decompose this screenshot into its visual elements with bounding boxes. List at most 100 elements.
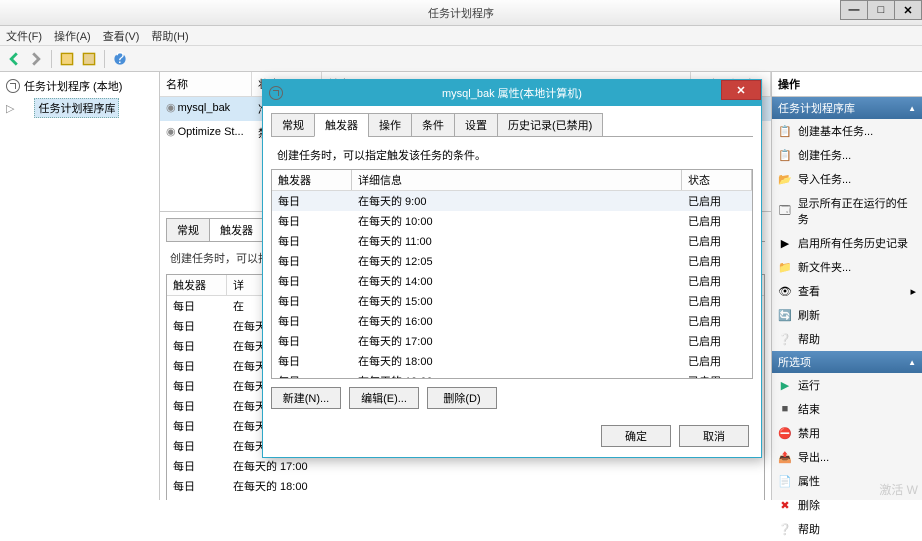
actions-section-library[interactable]: 任务计划程序库▲: [772, 97, 922, 119]
tb-icon-2[interactable]: [79, 49, 99, 69]
dlg-tab-history[interactable]: 历史记录(已禁用): [497, 113, 603, 137]
actions-section-selected[interactable]: 所选项▲: [772, 351, 922, 373]
tree-pane: 任务计划程序 (本地) ▷ 任务计划程序库: [0, 72, 160, 500]
action-icon: ❔: [778, 522, 792, 536]
trigger-row[interactable]: 每日在每天的 16:00已启用: [272, 311, 752, 331]
trigger-row[interactable]: 每日在每天的 14:00已启用: [272, 271, 752, 291]
clock-icon: [6, 79, 20, 93]
dlg-tab-triggers[interactable]: 触发器: [314, 113, 369, 137]
ok-button[interactable]: 确定: [601, 425, 671, 447]
action-icon: 📋: [778, 124, 792, 138]
action-item[interactable]: 📤导出...: [772, 445, 922, 469]
action-icon: 👁: [778, 284, 792, 298]
trigger-row[interactable]: 每日在每天的 15:00已启用: [272, 291, 752, 311]
dlg-col-trigger[interactable]: 触发器: [272, 170, 352, 190]
action-icon: 📤: [778, 450, 792, 464]
action-icon: ✖: [778, 498, 792, 512]
edit-trigger-button[interactable]: 编辑(E)...: [349, 387, 419, 409]
action-icon: ■: [778, 402, 792, 416]
menu-file[interactable]: 文件(F): [6, 28, 42, 44]
bg-tab-triggers[interactable]: 触发器: [209, 218, 264, 241]
bg-tab-general[interactable]: 常规: [166, 218, 210, 241]
action-item[interactable]: ❔帮助: [772, 327, 922, 351]
properties-dialog: mysql_bak 属性(本地计算机) ✕ 常规 触发器 操作 条件 设置 历史…: [262, 79, 762, 458]
action-item[interactable]: 📁新文件夹...: [772, 255, 922, 279]
action-icon: 📋: [778, 148, 792, 162]
dialog-desc: 创建任务时，可以指定触发该任务的条件。: [271, 137, 753, 169]
bg-trigger-row[interactable]: 每日在每天的 17:00: [167, 456, 764, 476]
toolbar: ?: [0, 46, 922, 72]
tree-child[interactable]: ▷ 任务计划程序库: [4, 96, 155, 120]
dialog-titlebar[interactable]: mysql_bak 属性(本地计算机) ✕: [263, 80, 761, 106]
section-label: 任务计划程序库: [778, 100, 855, 116]
trigger-grid: 触发器 详细信息 状态 每日在每天的 9:00已启用每日在每天的 10:00已启…: [271, 169, 753, 379]
action-icon: 📄: [778, 474, 792, 488]
action-item[interactable]: 📋创建任务...: [772, 143, 922, 167]
trigger-row[interactable]: 每日在每天的 11:00已启用: [272, 231, 752, 251]
action-icon: 🔄: [778, 308, 792, 322]
task-name: mysql_bak: [178, 102, 231, 114]
dialog-tabs: 常规 触发器 操作 条件 设置 历史记录(已禁用): [271, 112, 753, 137]
action-item[interactable]: 📂导入任务...: [772, 167, 922, 191]
menu-action[interactable]: 操作(A): [54, 28, 91, 44]
menu-help[interactable]: 帮助(H): [151, 28, 188, 44]
delete-trigger-button[interactable]: 删除(D): [427, 387, 497, 409]
bg-trigger-row[interactable]: 每日在每天的 18:00: [167, 476, 764, 496]
col-name[interactable]: 名称: [160, 72, 252, 96]
watermark: 激活 W: [879, 481, 918, 498]
dlg-tab-conditions[interactable]: 条件: [411, 113, 455, 137]
action-icon: ▶: [778, 378, 792, 392]
tree-child-label: 任务计划程序库: [34, 98, 119, 118]
trigger-row[interactable]: 每日在每天的 17:00已启用: [272, 331, 752, 351]
action-icon: 📁: [778, 260, 792, 274]
menubar: 文件(F) 操作(A) 查看(V) 帮助(H): [0, 26, 922, 46]
dlg-tab-actions[interactable]: 操作: [368, 113, 412, 137]
dlg-col-detail[interactable]: 详细信息: [352, 170, 682, 190]
tree-root-label: 任务计划程序 (本地): [24, 78, 122, 94]
new-trigger-button[interactable]: 新建(N)...: [271, 387, 341, 409]
forward-button[interactable]: [26, 49, 46, 69]
action-icon: 🗔: [778, 204, 792, 218]
action-item[interactable]: ▶运行: [772, 373, 922, 397]
tb-icon-1[interactable]: [57, 49, 77, 69]
trigger-row[interactable]: 每日在每天的 18:00已启用: [272, 351, 752, 371]
action-item[interactable]: 👁查看▸: [772, 279, 922, 303]
section-label: 所选项: [778, 354, 811, 370]
svg-text:?: ?: [116, 52, 125, 66]
clock-icon: [269, 86, 283, 100]
dlg-tab-settings[interactable]: 设置: [454, 113, 498, 137]
bg-col-trigger[interactable]: 触发器: [167, 275, 227, 295]
minimize-button[interactable]: —: [840, 0, 868, 20]
maximize-button[interactable]: □: [867, 0, 895, 20]
trigger-row[interactable]: 每日在每天的 9:00已启用: [272, 191, 752, 211]
menu-view[interactable]: 查看(V): [103, 28, 140, 44]
titlebar: 任务计划程序 — □ ✕: [0, 0, 922, 26]
action-item[interactable]: 🗔显示所有正在运行的任务: [772, 191, 922, 231]
task-name: Optimize St...: [178, 126, 244, 138]
bg-trigger-row[interactable]: 每日在每天的 19:00: [167, 496, 764, 500]
dlg-col-status[interactable]: 状态: [682, 170, 752, 190]
action-icon: ⛔: [778, 426, 792, 440]
trigger-row[interactable]: 每日在每天的 12:05已启用: [272, 251, 752, 271]
action-item[interactable]: ▶启用所有任务历史记录: [772, 231, 922, 255]
dlg-tab-general[interactable]: 常规: [271, 113, 315, 137]
app-title: 任务计划程序: [428, 5, 494, 21]
close-button[interactable]: ✕: [894, 0, 922, 20]
action-item[interactable]: ■结束: [772, 397, 922, 421]
action-item[interactable]: ❔帮助: [772, 517, 922, 541]
action-icon: ❔: [778, 332, 792, 346]
action-item[interactable]: ⛔禁用: [772, 421, 922, 445]
back-button[interactable]: [4, 49, 24, 69]
trigger-row[interactable]: 每日在每天的 19:00已启用: [272, 371, 752, 379]
action-item[interactable]: 🔄刷新: [772, 303, 922, 327]
dialog-title: mysql_bak 属性(本地计算机): [442, 85, 582, 101]
trigger-row[interactable]: 每日在每天的 10:00已启用: [272, 211, 752, 231]
action-icon: ▶: [778, 236, 792, 250]
actions-title: 操作: [772, 72, 922, 97]
help-icon[interactable]: ?: [110, 49, 130, 69]
action-item[interactable]: 📋创建基本任务...: [772, 119, 922, 143]
action-icon: 📂: [778, 172, 792, 186]
dialog-close-button[interactable]: ✕: [721, 80, 761, 100]
cancel-button[interactable]: 取消: [679, 425, 749, 447]
tree-root[interactable]: 任务计划程序 (本地): [4, 76, 155, 96]
